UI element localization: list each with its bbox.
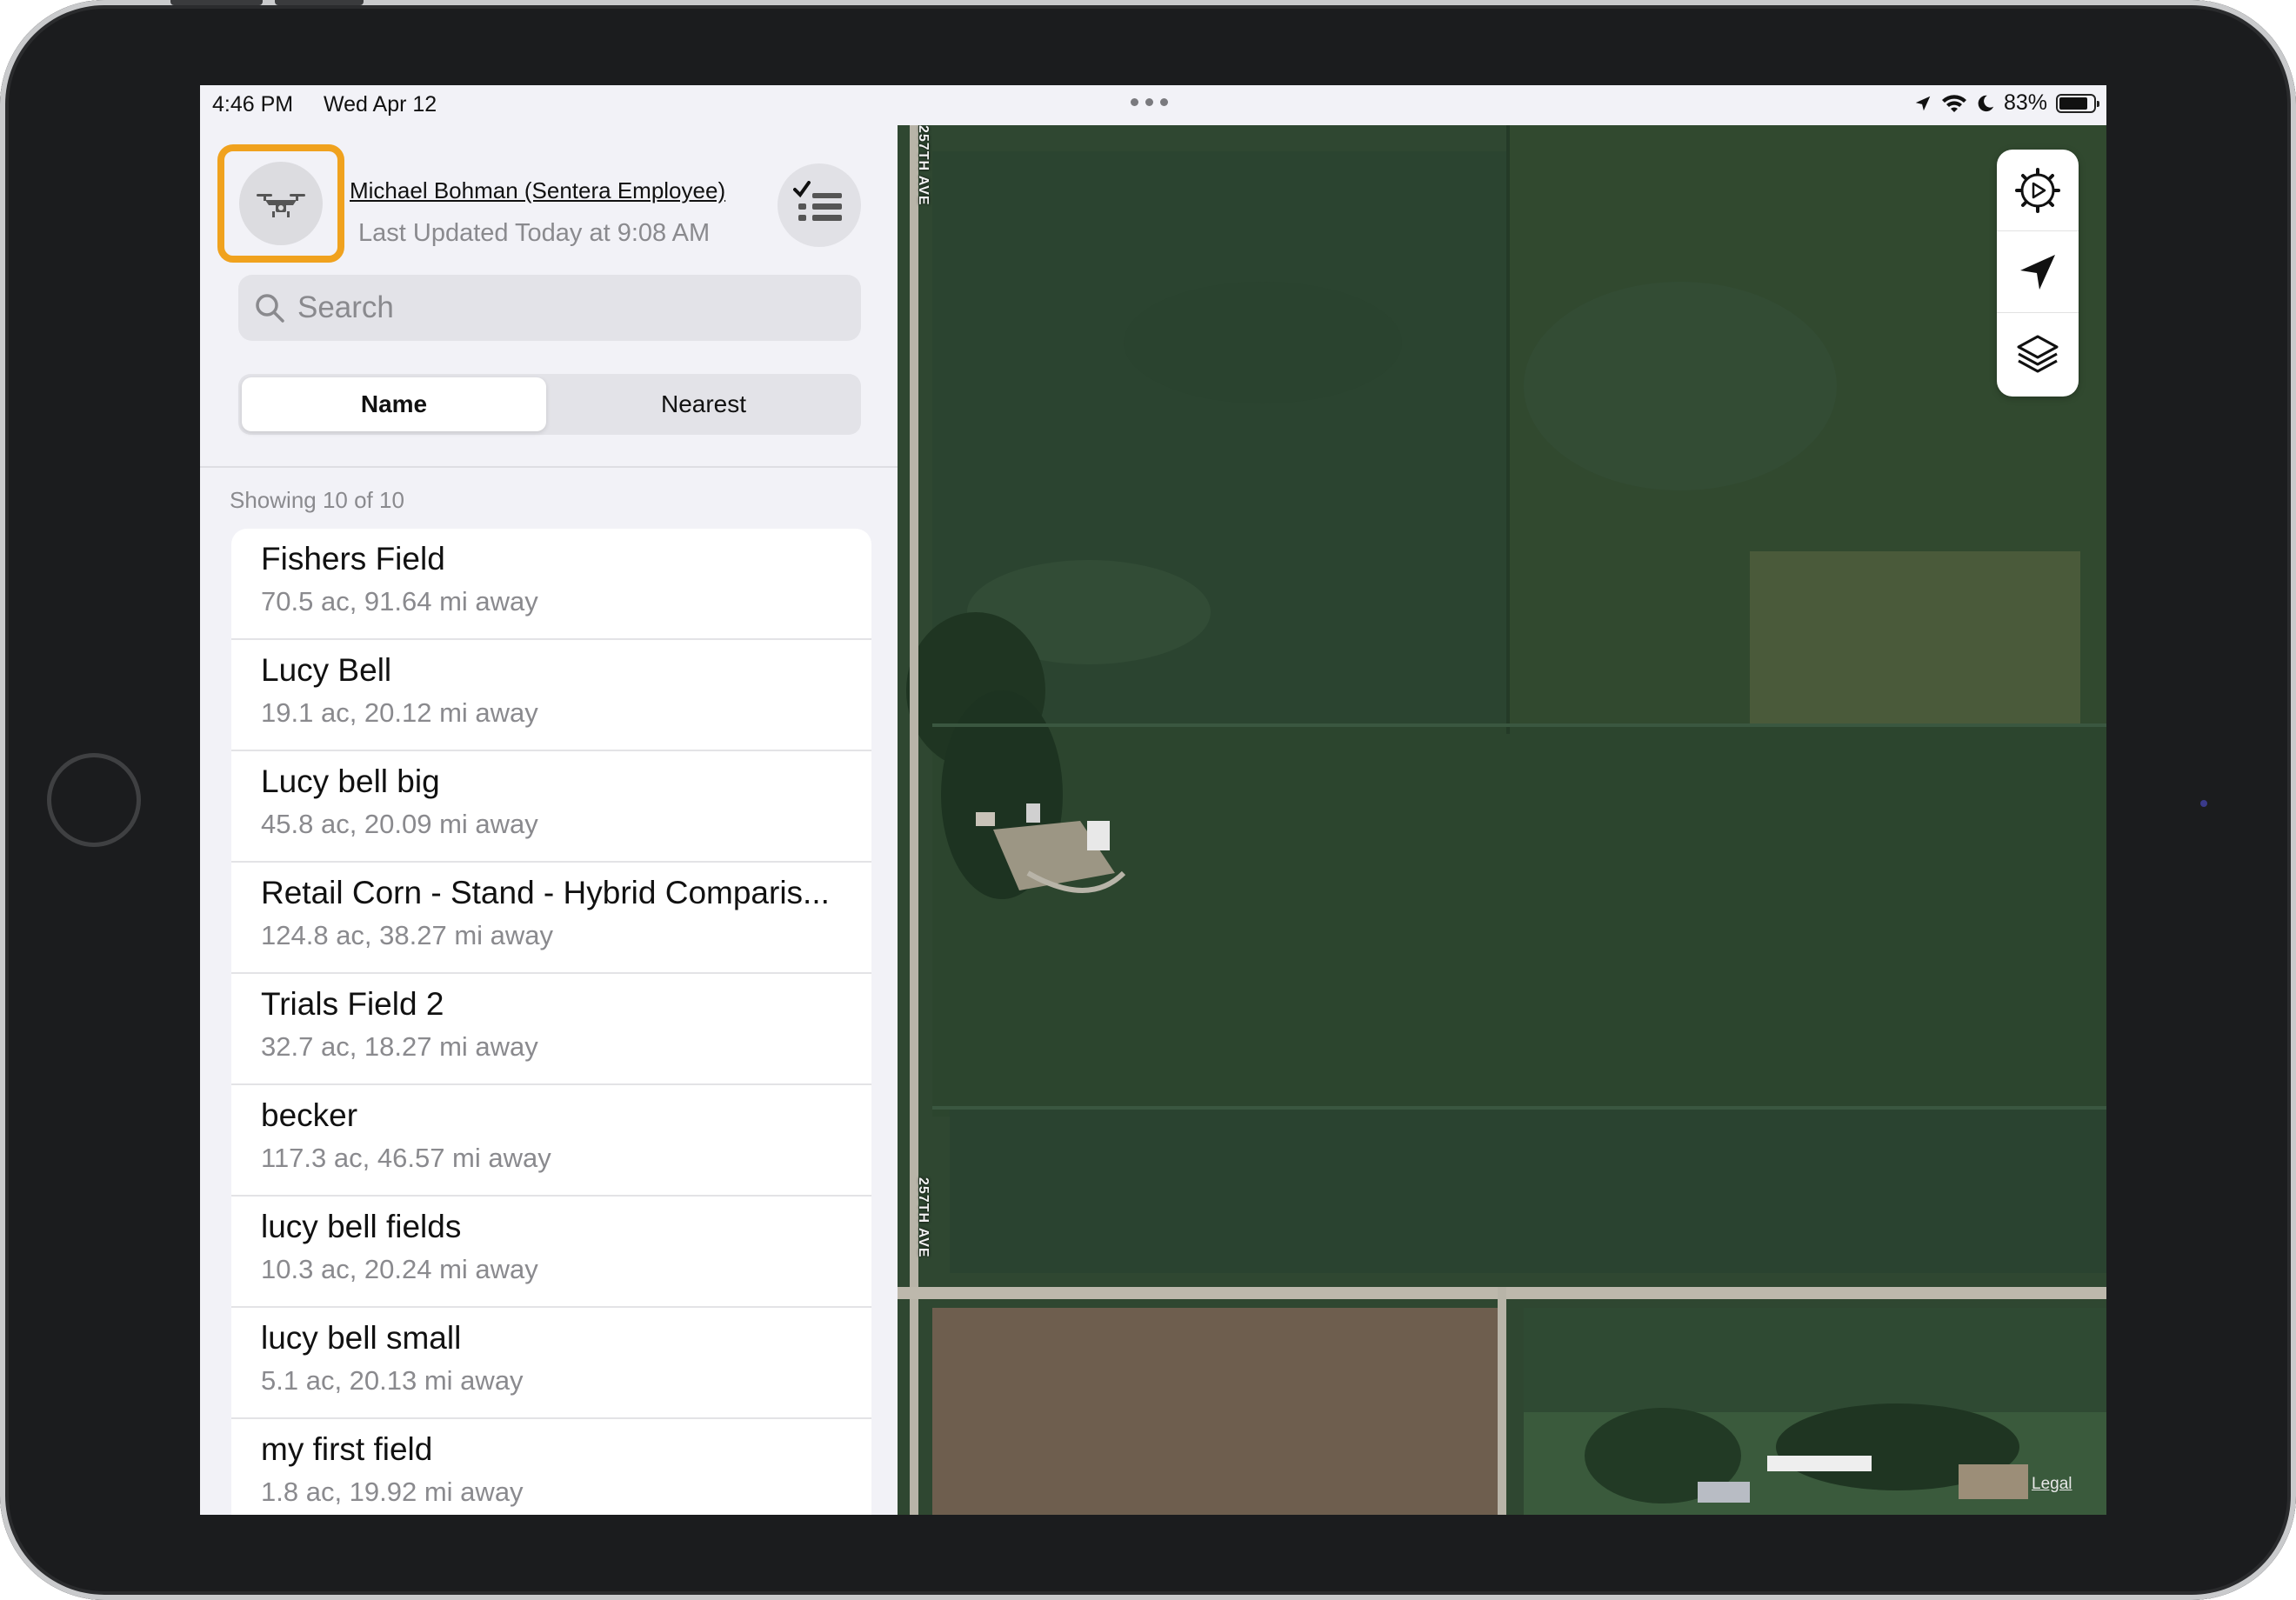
field-list-sidebar: Michael Bohman (Sentera Employee) Last U… bbox=[200, 125, 898, 1515]
status-date: Wed Apr 12 bbox=[324, 92, 437, 117]
map-controls bbox=[1997, 150, 2079, 397]
field-name: lucy bell small bbox=[261, 1320, 462, 1356]
road-label: 257TH AVE bbox=[916, 125, 931, 206]
field-name: becker bbox=[261, 1097, 358, 1133]
sort-segmented-control: Name Nearest bbox=[238, 374, 861, 435]
battery-percent: 83% bbox=[2003, 90, 2047, 115]
field-detail: 117.3 ac, 46.57 mi away bbox=[261, 1143, 551, 1173]
drone-avatar-highlight[interactable] bbox=[217, 144, 344, 263]
field-list: Fishers Field 70.5 ac, 91.64 mi away Luc… bbox=[231, 529, 871, 1515]
satellite-map[interactable]: 257TH AVE 257TH AVE Legal bbox=[898, 125, 2106, 1515]
volume-button bbox=[170, 0, 263, 5]
checklist-icon bbox=[793, 181, 842, 221]
list-item[interactable]: Lucy Bell 19.1 ac, 20.12 mi away bbox=[231, 640, 871, 751]
my-location-button[interactable] bbox=[1997, 231, 2079, 313]
volume-button bbox=[275, 0, 364, 5]
field-detail: 32.7 ac, 18.27 mi away bbox=[261, 1031, 538, 1062]
field-name: my first field bbox=[261, 1431, 433, 1467]
search-icon bbox=[256, 294, 284, 323]
moon-icon bbox=[1978, 95, 1994, 111]
sort-by-nearest-tab[interactable]: Nearest bbox=[551, 377, 856, 431]
wifi-icon bbox=[1941, 94, 1966, 112]
map-layers-button[interactable] bbox=[1997, 313, 2079, 395]
list-item[interactable]: Retail Corn - Stand - Hybrid Comparis...… bbox=[231, 863, 871, 974]
gear-play-icon bbox=[2015, 167, 2060, 213]
field-name: Lucy bell big bbox=[261, 763, 440, 799]
drone-icon bbox=[257, 194, 305, 217]
field-detail: 19.1 ac, 20.12 mi away bbox=[261, 697, 538, 728]
legal-link[interactable]: Legal bbox=[2032, 1475, 2072, 1494]
list-item[interactable]: lucy bell fields 10.3 ac, 20.24 mi away bbox=[231, 1197, 871, 1308]
field-detail: 124.8 ac, 38.27 mi away bbox=[261, 920, 554, 950]
field-name: Trials Field 2 bbox=[261, 986, 444, 1022]
location-arrow-icon bbox=[2020, 254, 2055, 290]
map-settings-button[interactable] bbox=[1997, 150, 2079, 231]
task-list-button[interactable] bbox=[778, 163, 861, 247]
field-name: Fishers Field bbox=[261, 541, 445, 577]
status-time: 4:46 PM bbox=[212, 92, 294, 117]
divider bbox=[200, 466, 898, 468]
search-bar[interactable] bbox=[238, 275, 861, 341]
map-imagery bbox=[898, 125, 2106, 1515]
last-updated-text: Last Updated Today at 9:08 AM bbox=[358, 219, 711, 247]
field-detail: 1.8 ac, 19.92 mi away bbox=[261, 1477, 524, 1507]
list-item[interactable]: lucy bell small 5.1 ac, 20.13 mi away bbox=[231, 1308, 871, 1419]
battery-icon bbox=[2056, 93, 2099, 113]
search-input[interactable] bbox=[296, 290, 838, 326]
field-name: Lucy Bell bbox=[261, 652, 392, 688]
camera-dot bbox=[2200, 800, 2207, 807]
field-detail: 70.5 ac, 91.64 mi away bbox=[261, 586, 538, 617]
layers-icon bbox=[2017, 335, 2059, 373]
battery-fill bbox=[2059, 97, 2087, 110]
road-label: 257TH AVE bbox=[916, 1177, 931, 1258]
status-icons: 83% bbox=[1913, 90, 2099, 116]
status-bar: 4:46 PM Wed Apr 12 83% bbox=[200, 85, 2106, 125]
field-detail: 45.8 ac, 20.09 mi away bbox=[261, 809, 538, 839]
list-item[interactable]: Lucy bell big 45.8 ac, 20.09 mi away bbox=[231, 751, 871, 863]
list-item[interactable]: Fishers Field 70.5 ac, 91.64 mi away bbox=[231, 529, 871, 640]
screen: 4:46 PM Wed Apr 12 83% Michael Bohman (S… bbox=[200, 85, 2106, 1515]
avatar[interactable] bbox=[239, 162, 323, 245]
location-icon bbox=[1915, 96, 1931, 110]
list-item[interactable]: Trials Field 2 32.7 ac, 18.27 mi away bbox=[231, 974, 871, 1085]
multitasking-dots[interactable] bbox=[1131, 98, 1168, 106]
field-name: lucy bell fields bbox=[261, 1209, 462, 1244]
field-detail: 10.3 ac, 20.24 mi away bbox=[261, 1254, 538, 1284]
list-item[interactable]: my first field 1.8 ac, 19.92 mi away bbox=[231, 1419, 871, 1515]
result-count: Showing 10 of 10 bbox=[230, 487, 404, 513]
field-name: Retail Corn - Stand - Hybrid Comparis... bbox=[261, 875, 830, 910]
list-item[interactable]: becker 117.3 ac, 46.57 mi away bbox=[231, 1085, 871, 1197]
home-button[interactable] bbox=[47, 753, 141, 847]
field-detail: 5.1 ac, 20.13 mi away bbox=[261, 1365, 524, 1396]
user-name-link[interactable]: Michael Bohman (Sentera Employee) bbox=[350, 177, 725, 204]
sort-by-name-tab[interactable]: Name bbox=[242, 377, 546, 431]
